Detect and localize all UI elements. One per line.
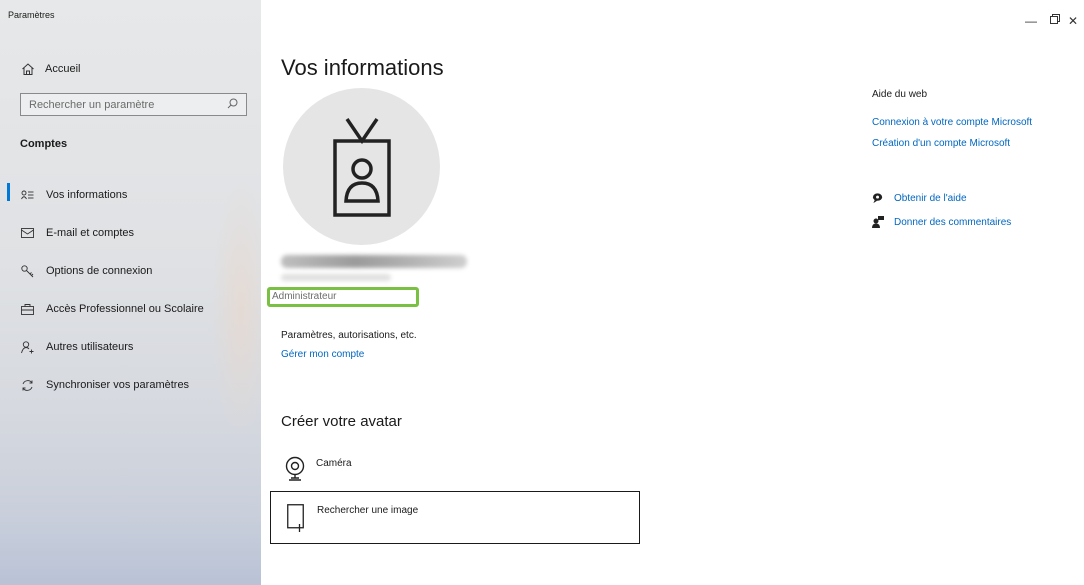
permissions-text: Paramètres, autorisations, etc. xyxy=(281,330,417,341)
sidebar-item-sign-in-options[interactable]: Options de connexion xyxy=(0,252,261,290)
sidebar-item-work-school[interactable]: Accès Professionnel ou Scolaire xyxy=(0,290,261,328)
home-button[interactable]: Accueil xyxy=(21,62,80,76)
minimize-button[interactable]: — xyxy=(1025,14,1037,28)
web-help-title: Aide du web xyxy=(872,89,928,100)
get-help-link[interactable]: Obtenir de l'aide xyxy=(872,192,967,204)
maximize-button[interactable] xyxy=(1050,14,1060,27)
help-link-create-account[interactable]: Création d'un compte Microsoft xyxy=(872,138,1010,149)
key-icon xyxy=(21,264,34,278)
avatar xyxy=(283,88,440,245)
settings-search-input[interactable]: Rechercher un paramètre xyxy=(20,93,247,116)
sidebar-item-label: Autres utilisateurs xyxy=(46,341,134,353)
sidebar-item-other-users[interactable]: Autres utilisateurs xyxy=(0,328,261,366)
close-button[interactable]: ✕ xyxy=(1068,14,1078,28)
create-avatar-heading: Créer votre avatar xyxy=(281,413,402,430)
sidebar-item-your-info[interactable]: Vos informations xyxy=(0,176,261,214)
manage-account-link[interactable]: Gérer mon compte xyxy=(281,349,364,360)
sidebar-nav: Vos informations E-mail et comptes Optio… xyxy=(0,176,261,404)
sidebar-item-email-accounts[interactable]: E-mail et comptes xyxy=(0,214,261,252)
page-title: Vos informations xyxy=(281,55,444,80)
search-icon[interactable] xyxy=(227,98,238,112)
browse-image-button[interactable]: Rechercher une image xyxy=(270,491,640,544)
browse-image-label: Rechercher une image xyxy=(317,505,419,516)
user-email-blurred xyxy=(281,274,391,281)
sidebar-item-label: Options de connexion xyxy=(46,265,153,277)
camera-label: Caméra xyxy=(316,458,352,469)
file-browse-icon xyxy=(287,504,304,534)
sidebar: Paramètres Accueil Rechercher un paramèt… xyxy=(0,0,261,585)
sidebar-item-label: Vos informations xyxy=(46,189,128,201)
get-help-label: Obtenir de l'aide xyxy=(894,192,967,204)
home-label: Accueil xyxy=(45,63,81,75)
home-icon xyxy=(21,62,35,76)
feedback-link[interactable]: Donner des commentaires xyxy=(872,216,1012,228)
mail-icon xyxy=(21,227,34,240)
sync-icon xyxy=(21,379,34,392)
camera-button[interactable]: Caméra xyxy=(284,456,352,482)
sidebar-item-label: E-mail et comptes xyxy=(46,227,135,239)
add-person-icon xyxy=(21,340,34,354)
sidebar-item-label: Accès Professionnel ou Scolaire xyxy=(46,303,204,315)
window-title: Paramètres xyxy=(8,10,55,20)
briefcase-icon xyxy=(21,303,34,316)
camera-icon xyxy=(284,456,306,482)
sidebar-item-label: Synchroniser vos paramètres xyxy=(46,379,190,391)
search-placeholder: Rechercher un paramètre xyxy=(29,98,155,111)
person-list-icon xyxy=(21,189,34,202)
user-name-blurred xyxy=(281,255,467,268)
account-role-label: Administrateur xyxy=(267,287,419,307)
sidebar-item-sync-settings[interactable]: Synchroniser vos paramètres xyxy=(0,366,261,404)
id-badge-icon xyxy=(332,117,391,217)
help-link-signin[interactable]: Connexion à votre compte Microsoft xyxy=(872,117,1032,128)
feedback-label: Donner des commentaires xyxy=(894,216,1012,228)
section-title: Comptes xyxy=(20,138,68,150)
restore-icon xyxy=(1050,14,1060,24)
feedback-icon xyxy=(872,216,884,228)
help-chat-icon xyxy=(872,192,884,204)
